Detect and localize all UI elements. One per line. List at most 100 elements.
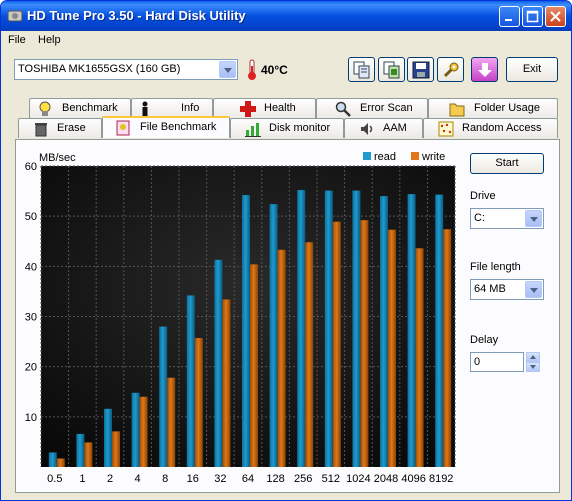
bar-write (167, 377, 176, 467)
exit-button[interactable]: Exit (506, 57, 558, 82)
tab-random-access[interactable]: Random Access (423, 118, 558, 138)
x-tick-label: 0.5 (47, 473, 62, 485)
temperature-readout: 40°C (261, 63, 288, 77)
bar-read (214, 259, 223, 467)
floppy-disk-icon (412, 61, 430, 79)
menu-help[interactable]: Help (38, 34, 61, 46)
bar-write (194, 338, 203, 467)
tab-aam-label: AAM (383, 122, 407, 134)
delay-label: Delay (470, 334, 499, 346)
bar-write (222, 299, 231, 467)
file-length-combo[interactable]: 64 MB (470, 279, 544, 300)
bar-write (250, 264, 258, 467)
bar-write (388, 229, 396, 467)
tab-erase-label: Erase (57, 122, 86, 134)
bar-read (297, 190, 306, 467)
tab-erase[interactable]: Erase (18, 118, 102, 138)
bar-read (435, 194, 444, 467)
download-button[interactable] (471, 57, 498, 82)
y-tick-label: 30 (25, 312, 37, 324)
minimize-icon (505, 19, 512, 21)
magnifier-icon (335, 101, 351, 117)
x-tick-label: 4 (135, 473, 141, 485)
delay-input[interactable]: 0 (470, 352, 524, 372)
x-tick-label: 8 (162, 473, 168, 485)
bar-write (277, 249, 286, 467)
x-tick-label: 8192 (429, 473, 453, 485)
app-icon (7, 10, 23, 22)
bar-write (360, 220, 369, 467)
spin-down-icon[interactable] (526, 362, 540, 372)
tab-aam[interactable]: AAM (344, 118, 423, 138)
copy-info-button[interactable] (348, 57, 375, 82)
tab-benchmark[interactable]: Benchmark (29, 98, 131, 118)
tab-disk-monitor[interactable]: Disk monitor (230, 118, 344, 138)
chevron-down-icon[interactable] (219, 61, 236, 78)
bar-read (131, 392, 140, 467)
y-axis-label: MB/sec (39, 152, 76, 164)
legend-label-write: write (421, 151, 445, 163)
delay-spinner[interactable] (526, 352, 540, 372)
start-button[interactable]: Start (470, 153, 544, 174)
title-bar[interactable]: HD Tune Pro 3.50 - Hard Disk Utility (1, 1, 571, 31)
bar-write (443, 229, 452, 467)
tab-error-scan-label: Error Scan (360, 102, 413, 114)
menu-bar: File Help (1, 31, 571, 51)
bar-write (139, 396, 148, 467)
tab-file-benchmark-label: File Benchmark (140, 121, 217, 133)
x-tick-label: 64 (242, 473, 254, 485)
bar-write (84, 442, 93, 467)
x-tick-label: 256 (294, 473, 312, 485)
copy-screenshot-button[interactable] (378, 57, 405, 82)
bar-read (380, 196, 388, 467)
close-icon (550, 11, 561, 22)
tab-info[interactable]: Info (131, 98, 213, 118)
bar-read (242, 195, 250, 467)
random-access-icon (438, 121, 454, 137)
maximize-button[interactable] (522, 6, 543, 27)
tab-error-scan[interactable]: Error Scan (316, 98, 428, 118)
drive-combo[interactable]: C: (470, 208, 544, 229)
chevron-down-icon[interactable] (525, 210, 542, 227)
folder-icon (449, 103, 465, 117)
health-cross-icon (240, 101, 256, 117)
tab-disk-monitor-label: Disk monitor (269, 122, 331, 134)
arrow-down-icon (478, 63, 492, 77)
options-button[interactable] (437, 57, 464, 82)
bar-read (76, 433, 85, 467)
window-title: HD Tune Pro 3.50 - Hard Disk Utility (27, 8, 246, 23)
bar-read (48, 452, 57, 467)
spin-up-icon[interactable] (526, 352, 540, 362)
thermometer-icon (248, 59, 256, 80)
x-tick-label: 16 (187, 473, 199, 485)
legend-swatch-read (363, 152, 371, 160)
info-icon (142, 101, 148, 116)
chevron-down-icon[interactable] (525, 281, 542, 298)
close-button[interactable] (545, 6, 566, 27)
minimize-button[interactable] (499, 6, 520, 27)
maximize-icon (526, 10, 539, 23)
lightbulb-icon (39, 101, 51, 116)
x-tick-label: 128 (266, 473, 284, 485)
x-tick-label: 2 (107, 473, 113, 485)
tab-health[interactable]: Health (213, 98, 316, 118)
trash-icon (35, 123, 47, 137)
legend-label-read: read (374, 151, 396, 163)
menu-file[interactable]: File (8, 34, 26, 46)
bar-read (186, 295, 195, 467)
delay-input-value: 0 (474, 356, 481, 368)
drive-dropdown[interactable]: TOSHIBA MK1655GSX (160 GB) (14, 59, 238, 80)
x-tick-label: 1 (79, 473, 85, 485)
file-benchmark-icon (116, 120, 130, 136)
tab-folder-usage-label: Folder Usage (474, 102, 541, 114)
file-length-combo-value: 64 MB (474, 283, 506, 295)
x-tick-label: 32 (214, 473, 226, 485)
bar-write (332, 221, 341, 467)
tab-folder-usage[interactable]: Folder Usage (428, 98, 558, 118)
bar-chart-icon (245, 123, 261, 137)
save-button[interactable] (407, 57, 434, 82)
tab-file-benchmark[interactable]: File Benchmark (102, 116, 230, 138)
tab-benchmark-label: Benchmark (62, 102, 118, 114)
bar-read (269, 204, 278, 468)
bar-write (56, 458, 65, 467)
